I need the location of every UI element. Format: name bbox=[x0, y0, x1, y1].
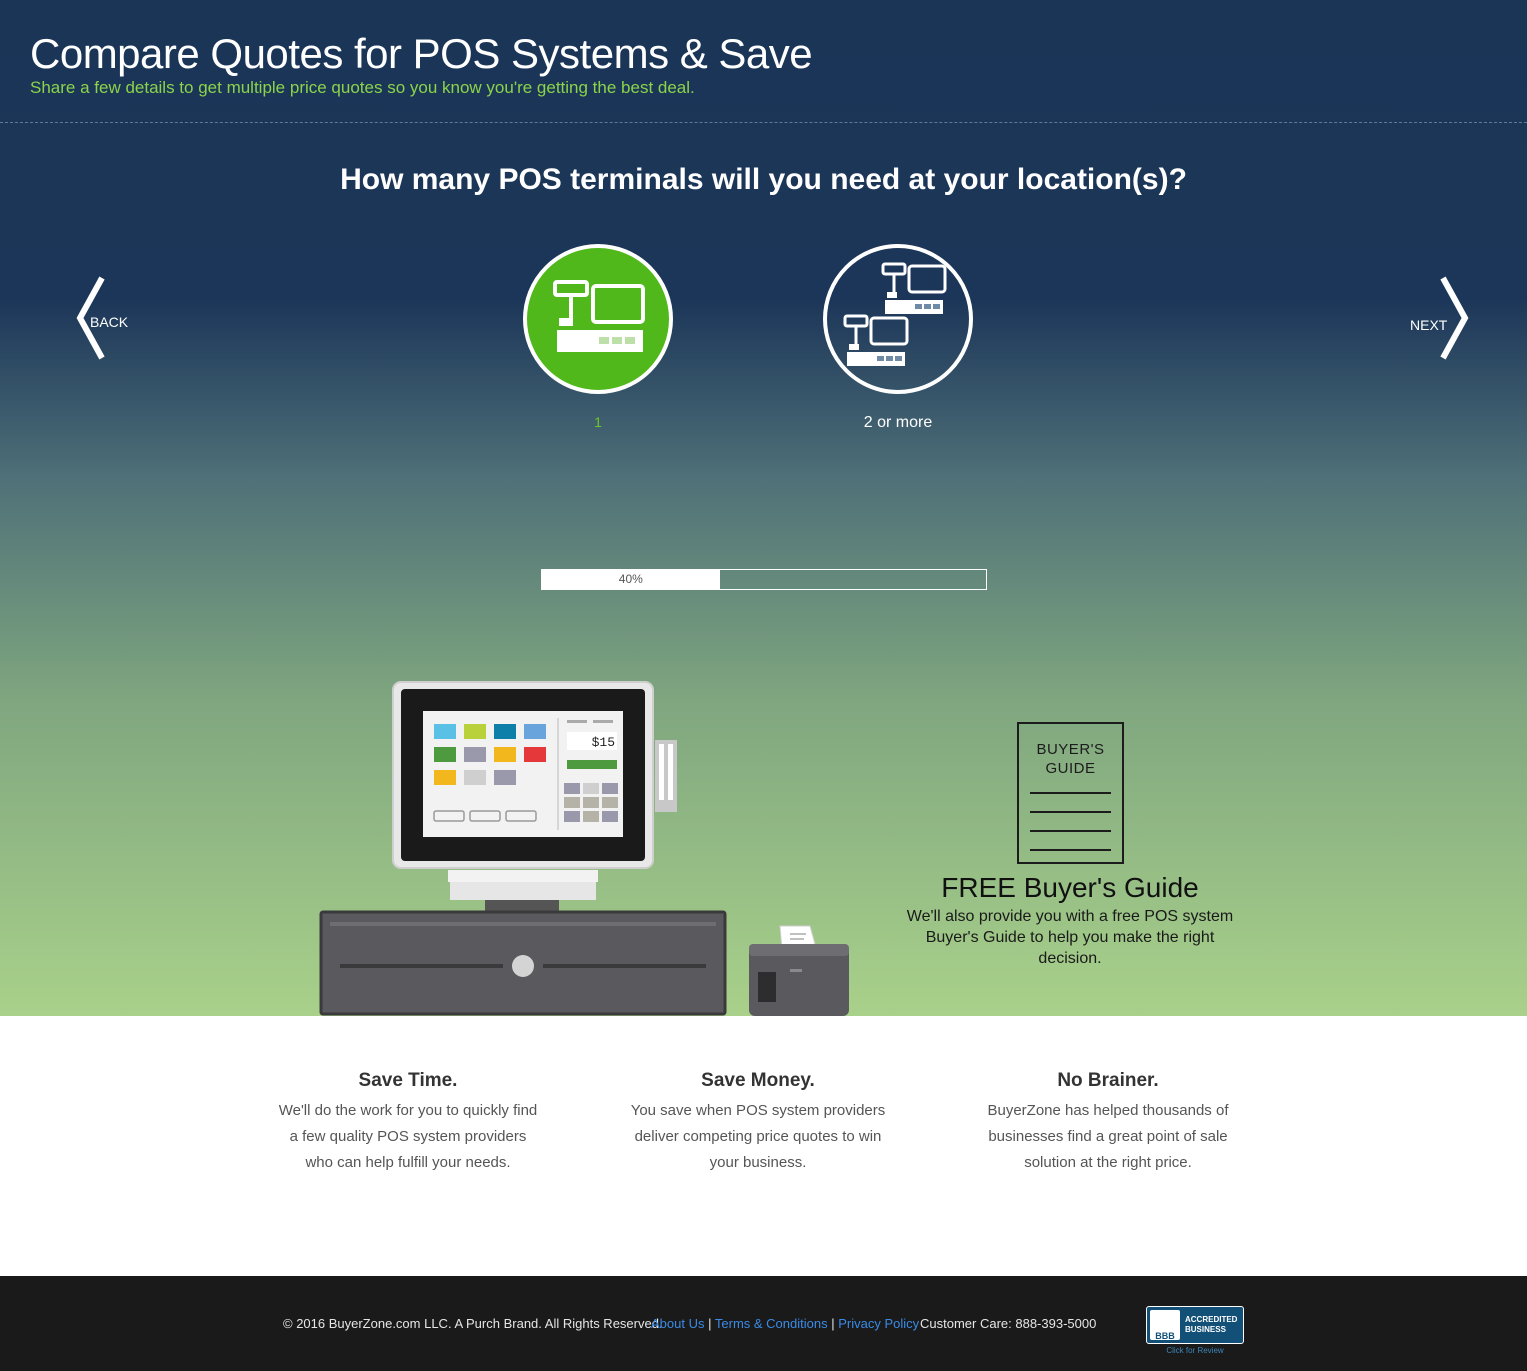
book-line bbox=[1030, 792, 1111, 794]
benefit-title: Save Time. bbox=[358, 1070, 458, 1091]
bbb-badge-body: BBB ACCREDITED BUSINESS bbox=[1146, 1306, 1244, 1344]
buyers-guide-book-title: BUYER'S GUIDE bbox=[1036, 741, 1105, 777]
benefit-no-brainer: No Brainer. BuyerZone has helped thousan… bbox=[978, 1070, 1238, 1176]
footer: © 2016 BuyerZone.com LLC. A Purch Brand.… bbox=[0, 1276, 1527, 1371]
link-separator: | bbox=[708, 1316, 712, 1331]
bbb-accredited-badge[interactable]: BBB ACCREDITED BUSINESS Click for Review bbox=[1146, 1306, 1244, 1356]
option-two-or-more-terminals[interactable]: 2 or more bbox=[822, 244, 974, 432]
next-label: NEXT bbox=[1410, 317, 1448, 333]
next-button[interactable]: NEXT bbox=[1405, 274, 1495, 362]
benefit-save-time: Save Time. We'll do the work for you to … bbox=[278, 1070, 538, 1176]
option-one-terminal[interactable]: 1 bbox=[522, 244, 674, 430]
terms-link[interactable]: Terms & Conditions bbox=[715, 1316, 828, 1331]
page-title: Compare Quotes for POS Systems & Save bbox=[30, 30, 813, 77]
bbb-seal-icon: BBB bbox=[1150, 1310, 1180, 1341]
book-line bbox=[1030, 849, 1111, 851]
progress-bar: 40% bbox=[541, 569, 987, 590]
benefits-section: Save Time. We'll do the work for you to … bbox=[0, 1016, 1527, 1276]
back-button[interactable]: BACK bbox=[70, 274, 160, 362]
progress-percent: 40% bbox=[618, 572, 643, 586]
benefit-text: We'll do the work for you to quickly fin… bbox=[278, 1102, 538, 1171]
benefit-text: You save when POS system providers deliv… bbox=[630, 1102, 886, 1171]
footer-links: About Us | Terms & Conditions | Privacy … bbox=[651, 1316, 919, 1331]
buyers-guide-book: BUYER'S GUIDE bbox=[1017, 722, 1124, 864]
bbb-line2: BUSINESS bbox=[1185, 1325, 1226, 1334]
multiple-terminals-icon bbox=[843, 262, 947, 366]
buyers-guide-text: We'll also provide you with a free POS s… bbox=[906, 908, 1234, 967]
page-header: Compare Quotes for POS Systems & Save Sh… bbox=[30, 30, 813, 98]
benefit-title: No Brainer. bbox=[1057, 1070, 1159, 1091]
benefit-text: BuyerZone has helped thousands of busine… bbox=[987, 1102, 1229, 1171]
option-one-circle bbox=[523, 244, 673, 394]
hero-section: Compare Quotes for POS Systems & Save Sh… bbox=[0, 0, 1527, 1016]
link-separator: | bbox=[831, 1316, 835, 1331]
privacy-policy-link[interactable]: Privacy Policy bbox=[838, 1316, 919, 1331]
header-divider bbox=[0, 122, 1527, 123]
option-one-label: 1 bbox=[594, 414, 602, 430]
book-line bbox=[1030, 811, 1111, 813]
pos-system-illustration: $15 bbox=[319, 681, 849, 1016]
single-terminal-icon bbox=[553, 280, 645, 352]
bbb-review-link[interactable]: Click for Review bbox=[1146, 1346, 1244, 1355]
benefit-title: Save Money. bbox=[701, 1070, 815, 1091]
copyright-text: © 2016 BuyerZone.com LLC. A Purch Brand.… bbox=[283, 1316, 663, 1331]
bbb-accredited-label: ACCREDITED BUSINESS bbox=[1185, 1315, 1237, 1335]
option-two-label: 2 or more bbox=[863, 414, 933, 431]
buyers-guide-heading: FREE Buyer's Guide bbox=[941, 872, 1199, 903]
bbb-line1: ACCREDITED bbox=[1185, 1315, 1238, 1324]
option-two-circle bbox=[823, 244, 973, 394]
back-label: BACK bbox=[90, 314, 129, 330]
benefit-save-money: Save Money. You save when POS system pro… bbox=[628, 1070, 888, 1176]
page-subtitle: Share a few details to get multiple pric… bbox=[30, 78, 695, 97]
customer-care-text: Customer Care: 888-393-5000 bbox=[920, 1316, 1097, 1331]
book-line bbox=[1030, 830, 1111, 832]
about-us-link[interactable]: About Us bbox=[651, 1316, 704, 1331]
price-display: $15 bbox=[592, 735, 615, 750]
question-heading: How many POS terminals will you need at … bbox=[340, 163, 1187, 196]
